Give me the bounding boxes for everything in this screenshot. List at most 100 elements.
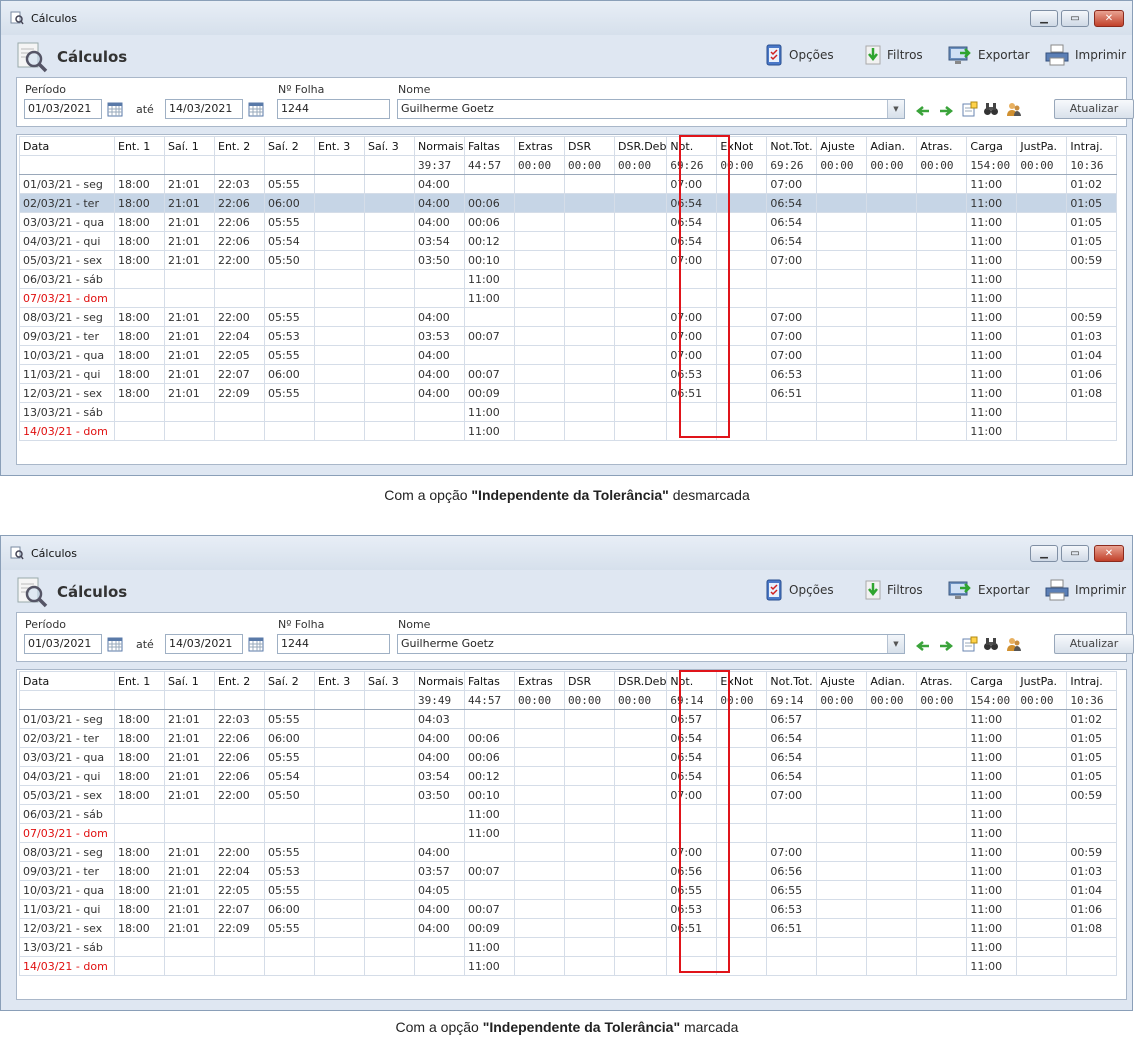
date-from-input[interactable]: 01/03/2021 bbox=[24, 99, 102, 119]
table-row[interactable]: 11/03/21 - qui 18:00 21:01 22:07 06:00 04:00 0… bbox=[19, 899, 1118, 919]
sheet-number-input[interactable]: 1244 bbox=[277, 634, 390, 654]
column-header[interactable]: DSR bbox=[564, 671, 615, 691]
table-row[interactable]: 09/03/21 - ter 18:00 21:01 22:04 05:53 03:57 0… bbox=[19, 861, 1118, 881]
column-header[interactable]: Adian. bbox=[866, 671, 918, 691]
column-header[interactable]: Not.Tot. bbox=[766, 136, 818, 156]
options-button[interactable]: Opções bbox=[765, 41, 834, 69]
binoculars-icon[interactable] bbox=[983, 636, 999, 652]
column-header[interactable]: Carga bbox=[966, 671, 1018, 691]
close-button[interactable]: ✕ bbox=[1094, 10, 1124, 27]
table-row[interactable]: 10/03/21 - qua 18:00 21:01 22:05 05:55 04:05 0… bbox=[19, 880, 1118, 900]
column-header[interactable]: Data bbox=[19, 671, 115, 691]
refresh-button[interactable]: Atualizar bbox=[1054, 634, 1134, 654]
column-header[interactable]: Saí. 2 bbox=[264, 671, 315, 691]
table-row[interactable]: 13/03/21 - sáb 11:00 11:00 bbox=[19, 937, 1118, 957]
column-header[interactable]: Normais bbox=[414, 671, 465, 691]
column-header[interactable]: Faltas bbox=[464, 671, 515, 691]
prev-arrow-icon[interactable] bbox=[915, 638, 931, 654]
column-header[interactable]: Saí. 1 bbox=[164, 671, 215, 691]
date-from-input[interactable]: 01/03/2021 bbox=[24, 634, 102, 654]
name-select[interactable]: Guilherme Goetz ▼ bbox=[397, 99, 905, 119]
column-header[interactable]: Saí. 2 bbox=[264, 136, 315, 156]
column-header[interactable]: Ent. 3 bbox=[314, 671, 365, 691]
column-header[interactable]: Saí. 3 bbox=[364, 671, 415, 691]
table-row[interactable]: 05/03/21 - sex 18:00 21:01 22:00 05:50 03:50 0… bbox=[19, 785, 1118, 805]
table-row[interactable]: 12/03/21 - sex 18:00 21:01 22:09 05:55 04:00 0… bbox=[19, 918, 1118, 938]
export-button[interactable]: Exportar bbox=[948, 576, 1030, 604]
table-row[interactable]: 01/03/21 - seg 18:00 21:01 22:03 05:55 04:00 0… bbox=[19, 174, 1118, 194]
column-header[interactable]: Ent. 3 bbox=[314, 136, 365, 156]
column-header[interactable]: Intraj. bbox=[1066, 671, 1118, 691]
column-header[interactable]: Faltas bbox=[464, 136, 515, 156]
column-header[interactable]: Ent. 2 bbox=[214, 671, 265, 691]
column-header[interactable]: Adian. bbox=[866, 136, 918, 156]
chevron-down-icon[interactable]: ▼ bbox=[887, 100, 904, 118]
table-row[interactable]: 07/03/21 - dom 11:00 11:00 bbox=[19, 823, 1118, 843]
name-select[interactable]: Guilherme Goetz ▼ bbox=[397, 634, 905, 654]
table-row[interactable]: 03/03/21 - qua 18:00 21:01 22:06 05:55 04:00 0… bbox=[19, 212, 1118, 232]
next-arrow-icon[interactable] bbox=[938, 638, 954, 654]
column-header[interactable]: Normais bbox=[414, 136, 465, 156]
calendar-icon[interactable] bbox=[248, 636, 264, 652]
table-row[interactable]: 13/03/21 - sáb 11:00 11:00 bbox=[19, 402, 1118, 422]
table-row[interactable]: 07/03/21 - dom 11:00 11:00 bbox=[19, 288, 1118, 308]
column-header[interactable]: Data bbox=[19, 136, 115, 156]
column-header[interactable]: Ent. 1 bbox=[114, 136, 165, 156]
table-row[interactable]: 06/03/21 - sáb 11:00 11:00 bbox=[19, 804, 1118, 824]
column-header[interactable]: Ajuste bbox=[816, 136, 868, 156]
export-button[interactable]: Exportar bbox=[948, 41, 1030, 69]
table-row[interactable]: 11/03/21 - qui 18:00 21:01 22:07 06:00 04:00 0… bbox=[19, 364, 1118, 384]
table-row[interactable]: 05/03/21 - sex 18:00 21:01 22:00 05:50 03:50 0… bbox=[19, 250, 1118, 270]
date-to-input[interactable]: 14/03/2021 bbox=[165, 634, 243, 654]
table-row[interactable]: 08/03/21 - seg 18:00 21:01 22:00 05:55 04:00 0… bbox=[19, 307, 1118, 327]
column-header[interactable]: Intraj. bbox=[1066, 136, 1118, 156]
detail-icon[interactable] bbox=[962, 101, 978, 117]
refresh-button[interactable]: Atualizar bbox=[1054, 99, 1134, 119]
calendar-icon[interactable] bbox=[107, 636, 123, 652]
maximize-button[interactable]: ▭ bbox=[1061, 10, 1089, 27]
column-header[interactable]: Carga bbox=[966, 136, 1018, 156]
table-row[interactable]: 04/03/21 - qui 18:00 21:01 22:06 05:54 03:54 0… bbox=[19, 766, 1118, 786]
table-row[interactable]: 03/03/21 - qua 18:00 21:01 22:06 05:55 04:00 0… bbox=[19, 747, 1118, 767]
binoculars-icon[interactable] bbox=[983, 101, 999, 117]
detail-icon[interactable] bbox=[962, 636, 978, 652]
table-row[interactable]: 14/03/21 - dom 11:00 11:00 bbox=[19, 421, 1118, 441]
close-button[interactable]: ✕ bbox=[1094, 545, 1124, 562]
column-header[interactable]: DSR.Deb bbox=[613, 671, 668, 691]
calendar-icon[interactable] bbox=[248, 101, 264, 117]
prev-arrow-icon[interactable] bbox=[915, 103, 931, 119]
column-header[interactable]: Saí. 3 bbox=[364, 136, 415, 156]
column-header[interactable]: Extras bbox=[514, 136, 565, 156]
table-row[interactable]: 02/03/21 - ter 18:00 21:01 22:06 06:00 04:00 0… bbox=[19, 193, 1118, 213]
maximize-button[interactable]: ▭ bbox=[1061, 545, 1089, 562]
sheet-number-input[interactable]: 1244 bbox=[277, 99, 390, 119]
column-header[interactable]: JustPa. bbox=[1016, 671, 1068, 691]
column-header[interactable]: DSR.Deb bbox=[613, 136, 668, 156]
options-button[interactable]: Opções bbox=[765, 576, 834, 604]
people-icon[interactable] bbox=[1006, 636, 1022, 652]
column-header[interactable]: Saí. 1 bbox=[164, 136, 215, 156]
table-row[interactable]: 12/03/21 - sex 18:00 21:01 22:09 05:55 04:00 0… bbox=[19, 383, 1118, 403]
column-header[interactable]: Ent. 1 bbox=[114, 671, 165, 691]
column-header[interactable]: Not.Tot. bbox=[766, 671, 818, 691]
print-button[interactable]: Imprimir bbox=[1045, 576, 1126, 604]
table-row[interactable]: 08/03/21 - seg 18:00 21:01 22:00 05:55 04:00 0… bbox=[19, 842, 1118, 862]
minimize-button[interactable]: ▁ bbox=[1030, 545, 1058, 562]
table-row[interactable]: 04/03/21 - qui 18:00 21:01 22:06 05:54 03:54 0… bbox=[19, 231, 1118, 251]
table-row[interactable]: 01/03/21 - seg 18:00 21:01 22:03 05:55 04:03 0… bbox=[19, 709, 1118, 729]
column-header[interactable]: JustPa. bbox=[1016, 136, 1068, 156]
table-row[interactable]: 02/03/21 - ter 18:00 21:01 22:06 06:00 04:00 0… bbox=[19, 728, 1118, 748]
chevron-down-icon[interactable]: ▼ bbox=[887, 635, 904, 653]
filters-button[interactable]: Filtros bbox=[865, 41, 923, 69]
people-icon[interactable] bbox=[1006, 101, 1022, 117]
column-header[interactable]: Ent. 2 bbox=[214, 136, 265, 156]
calendar-icon[interactable] bbox=[107, 101, 123, 117]
print-button[interactable]: Imprimir bbox=[1045, 41, 1126, 69]
table-row[interactable]: 10/03/21 - qua 18:00 21:01 22:05 05:55 04:00 0… bbox=[19, 345, 1118, 365]
column-header[interactable]: Extras bbox=[514, 671, 565, 691]
column-header[interactable]: Atras. bbox=[916, 136, 968, 156]
column-header[interactable]: Atras. bbox=[916, 671, 968, 691]
date-to-input[interactable]: 14/03/2021 bbox=[165, 99, 243, 119]
table-row[interactable]: 14/03/21 - dom 11:00 11:00 bbox=[19, 956, 1118, 976]
column-header[interactable]: Ajuste bbox=[816, 671, 868, 691]
